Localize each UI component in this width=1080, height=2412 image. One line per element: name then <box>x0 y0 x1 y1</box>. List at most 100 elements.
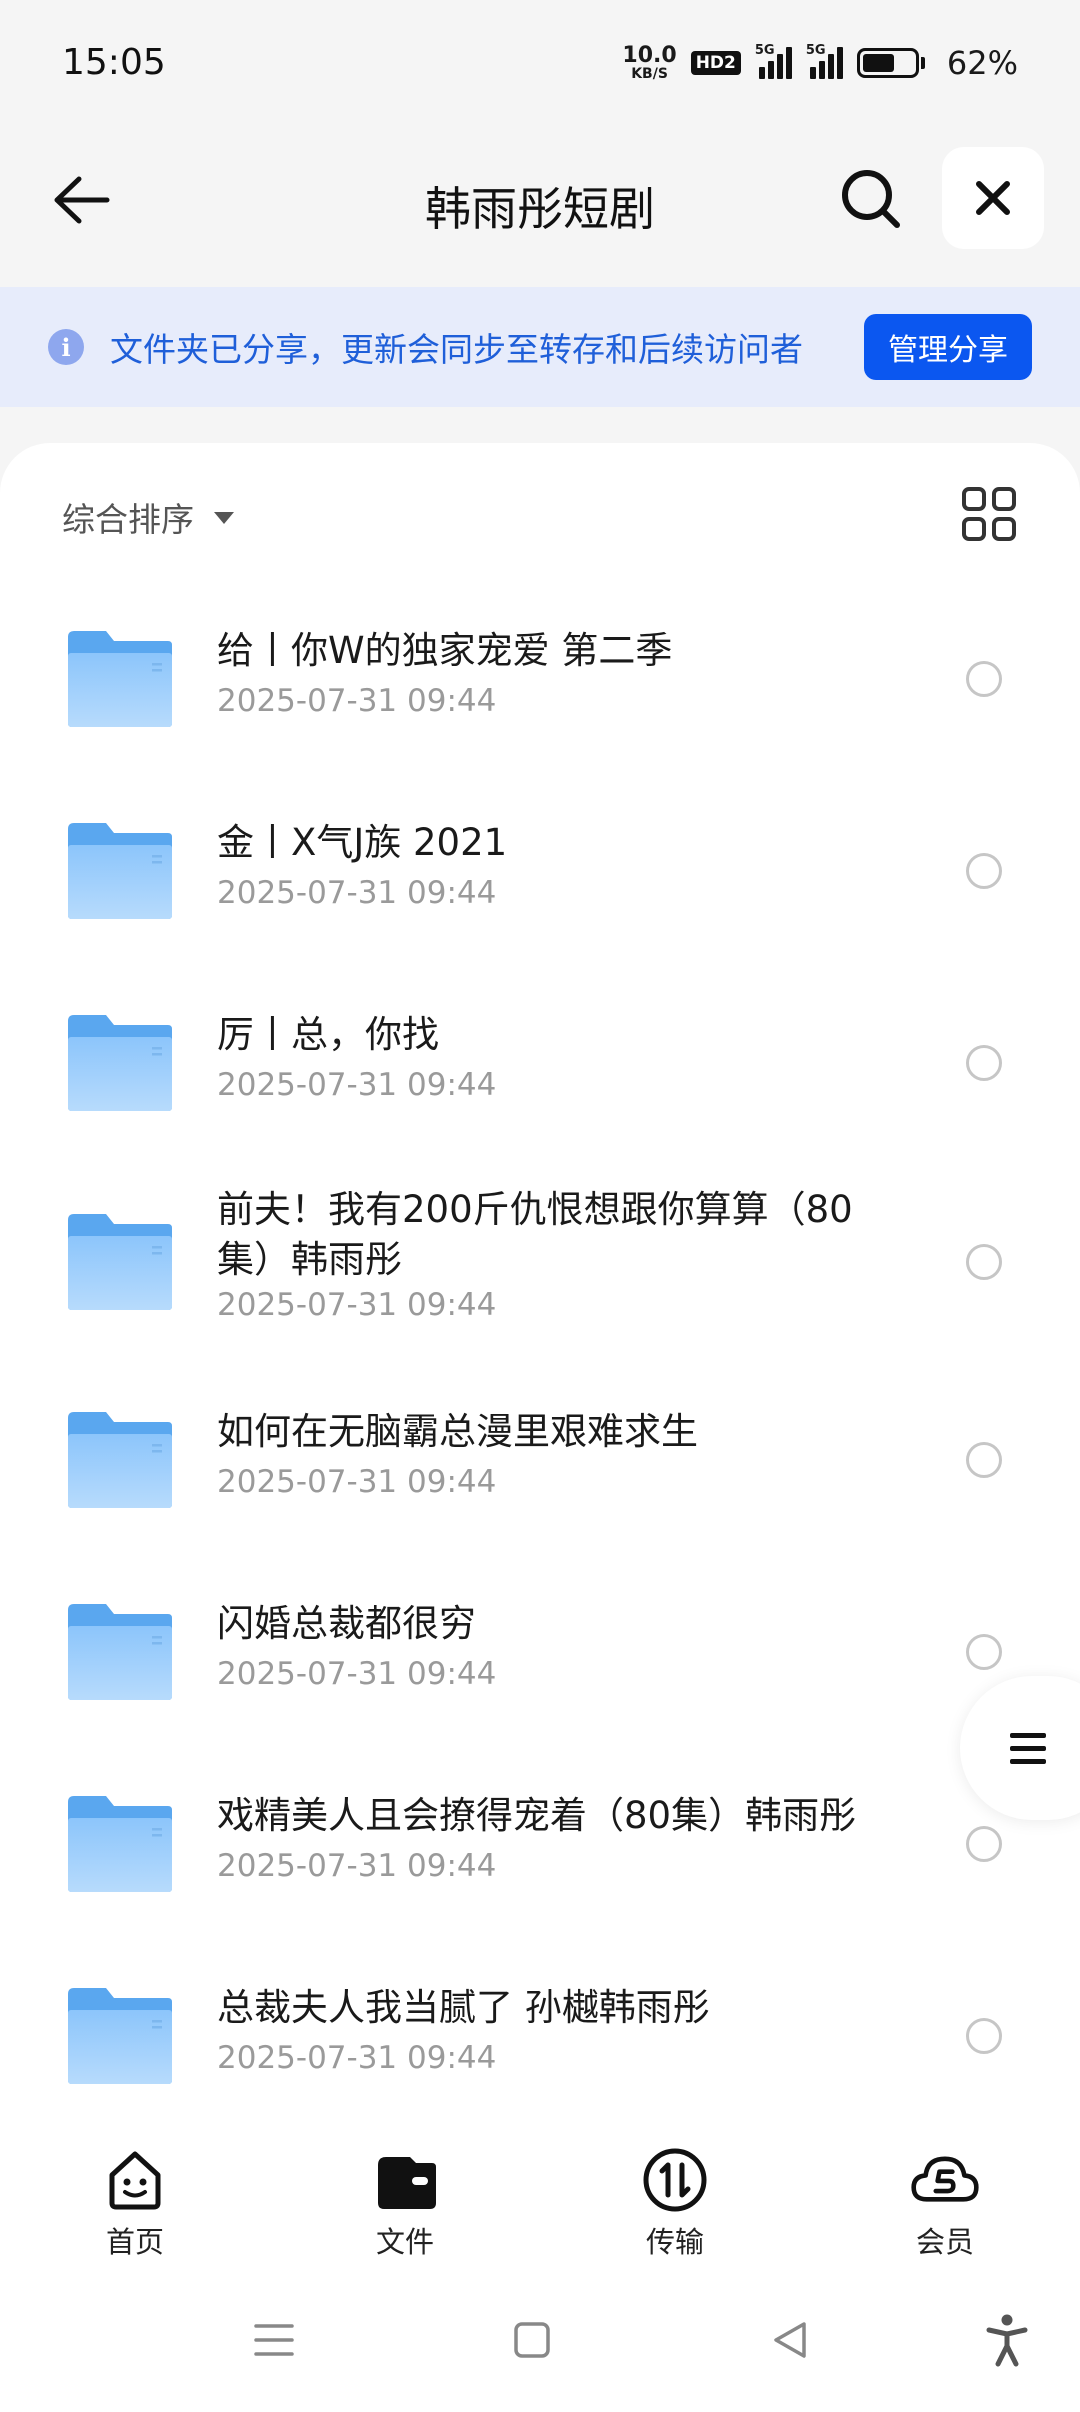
recent-apps-button[interactable] <box>242 2308 306 2372</box>
file-name: 给丨你W的独家宠爱 第二季 <box>217 629 673 672</box>
header: 韩雨彤短剧 <box>0 125 1080 287</box>
select-radio[interactable] <box>966 1826 1002 1862</box>
signal-bar <box>776 53 783 79</box>
home-square-icon <box>514 2322 550 2358</box>
signal-bar <box>836 46 843 79</box>
close-button[interactable] <box>942 147 1044 249</box>
wallet-file-icon <box>370 2145 440 2215</box>
net-speed: 10.0 KB/S <box>622 42 677 82</box>
nav-label-transfer: 传输 <box>645 2225 704 2259</box>
file-name: 总裁夫人我当腻了 孙樾韩雨彤 <box>217 1986 710 2029</box>
menu-icon <box>1010 1732 1046 1764</box>
transfer-icon <box>640 2145 710 2215</box>
folder-icon <box>68 631 172 727</box>
sort-dropdown[interactable]: 综合排序 <box>62 493 234 541</box>
sort-label: 综合排序 <box>62 500 194 539</box>
folder-icon <box>68 823 172 919</box>
folder-icon <box>68 1796 172 1892</box>
select-radio[interactable] <box>966 2018 1002 2054</box>
file-row[interactable]: 给丨你W的独家宠爱 第二季 2025-07-31 09:44 <box>0 583 1080 775</box>
file-date: 2025-07-31 09:44 <box>217 875 497 911</box>
file-row[interactable]: 金丨X气J族 2021 2025-07-31 09:44 <box>0 775 1080 967</box>
signal-bar <box>785 46 792 79</box>
file-row[interactable]: 总裁夫人我当腻了 孙樾韩雨彤 2025-07-31 09:44 <box>0 1940 1080 2132</box>
info-icon: i <box>48 329 84 365</box>
nav-label-files: 文件 <box>375 2225 434 2259</box>
signal-bar <box>809 66 816 79</box>
smiley-home-icon <box>100 2145 170 2215</box>
folder-icon <box>68 1412 172 1508</box>
accessibility-button[interactable] <box>975 2308 1039 2372</box>
nav-item-files[interactable]: 文件 <box>270 2133 540 2268</box>
nav-item-home[interactable]: 首页 <box>0 2133 270 2268</box>
cloud-member-icon <box>910 2145 980 2215</box>
search-button[interactable] <box>835 163 907 235</box>
net-speed-unit: KB/S <box>631 65 668 82</box>
file-date: 2025-07-31 09:44 <box>217 1848 497 1884</box>
file-name: 闪婚总裁都很穷 <box>217 1602 476 1645</box>
select-radio[interactable] <box>966 1634 1002 1670</box>
signal-2-label: 5G <box>805 42 826 58</box>
search-icon <box>842 170 900 228</box>
triangle-back-icon <box>774 2322 806 2358</box>
net-speed-value: 10.0 <box>622 42 677 68</box>
manage-share-button[interactable]: 管理分享 <box>864 314 1032 380</box>
system-back-button[interactable] <box>758 2308 822 2372</box>
battery-fill <box>862 53 894 72</box>
signal-bar <box>827 53 834 79</box>
folder-icon <box>68 1988 172 2084</box>
file-name: 戏精美人且会撩得宠着（80集）韩雨彤 <box>217 1794 857 1837</box>
file-row[interactable]: 闪婚总裁都很穷 2025-07-31 09:44 <box>0 1556 1080 1748</box>
file-name: 前夫！我有200斤仇恨想跟你算算（80集）韩雨彤 <box>217 1188 853 1281</box>
grid-icon-cell <box>992 487 1016 511</box>
signal-bar <box>818 60 825 79</box>
file-list-card: 综合排序 给丨你W的独家宠爱 第二季 2025-07-31 09:44 金丨X气J族… <box>0 443 1080 2133</box>
grid-view-button[interactable] <box>962 487 1016 541</box>
select-radio[interactable] <box>966 1244 1002 1280</box>
signal-1-label: 5G <box>754 42 775 58</box>
caret-down-icon <box>214 512 234 524</box>
select-radio[interactable] <box>966 1045 1002 1081</box>
accessibility-icon <box>986 2314 1028 2367</box>
battery-nub <box>920 56 925 69</box>
signal-icon: 5G <box>806 43 843 79</box>
recent-apps-icon <box>254 2324 294 2356</box>
bottom-nav: 首页 文件 传输 会员 <box>0 2133 1080 2268</box>
select-radio[interactable] <box>966 661 1002 697</box>
folder-icon <box>68 1214 172 1310</box>
status-time: 15:05 <box>62 42 166 83</box>
file-date: 2025-07-31 09:44 <box>217 2040 497 2076</box>
close-icon <box>976 181 1010 215</box>
battery-percent: 62% <box>946 43 1018 82</box>
system-nav-bar <box>0 2268 1080 2412</box>
signal-bar <box>758 66 765 79</box>
file-list: 给丨你W的独家宠爱 第二季 2025-07-31 09:44 金丨X气J族 2021… <box>0 583 1080 2132</box>
file-date: 2025-07-31 09:44 <box>217 1067 497 1103</box>
signal-bar <box>767 60 774 79</box>
share-banner-text: 文件夹已分享，更新会同步至转存和后续访问者 <box>110 330 803 369</box>
grid-icon-cell <box>962 517 986 541</box>
select-radio[interactable] <box>966 1442 1002 1478</box>
file-date: 2025-07-31 09:44 <box>217 1287 497 1323</box>
hd-icon: HD2 <box>690 50 741 75</box>
folder-icon <box>68 1015 172 1111</box>
select-radio[interactable] <box>966 853 1002 889</box>
nav-item-member[interactable]: 会员 <box>810 2133 1080 2268</box>
file-date: 2025-07-31 09:44 <box>217 683 497 719</box>
file-row[interactable]: 如何在无脑霸总漫里艰难求生 2025-07-31 09:44 <box>0 1364 1080 1556</box>
home-button[interactable] <box>500 2308 564 2372</box>
file-row[interactable]: 前夫！我有200斤仇恨想跟你算算（80集）韩雨彤 2025-07-31 09:44 <box>0 1159 1080 1364</box>
file-row[interactable]: 戏精美人且会撩得宠着（80集）韩雨彤 2025-07-31 09:44 <box>0 1748 1080 1940</box>
status-icons: 10.0 KB/S HD2 5G 5G 62% <box>622 42 1018 82</box>
grid-icon-cell <box>962 487 986 511</box>
file-name: 金丨X气J族 2021 <box>217 821 508 864</box>
file-date: 2025-07-31 09:44 <box>217 1656 497 1692</box>
file-name: 如何在无脑霸总漫里艰难求生 <box>217 1410 698 1453</box>
signal-icon: 5G <box>755 43 792 79</box>
grid-icon-cell <box>992 517 1016 541</box>
status-bar: 15:05 10.0 KB/S HD2 5G 5G 62% <box>0 0 1080 125</box>
file-row[interactable]: 厉丨总，你找 2025-07-31 09:44 <box>0 967 1080 1159</box>
nav-item-transfer[interactable]: 传输 <box>540 2133 810 2268</box>
folder-icon <box>68 1604 172 1700</box>
file-name: 厉丨总，你找 <box>217 1013 439 1056</box>
